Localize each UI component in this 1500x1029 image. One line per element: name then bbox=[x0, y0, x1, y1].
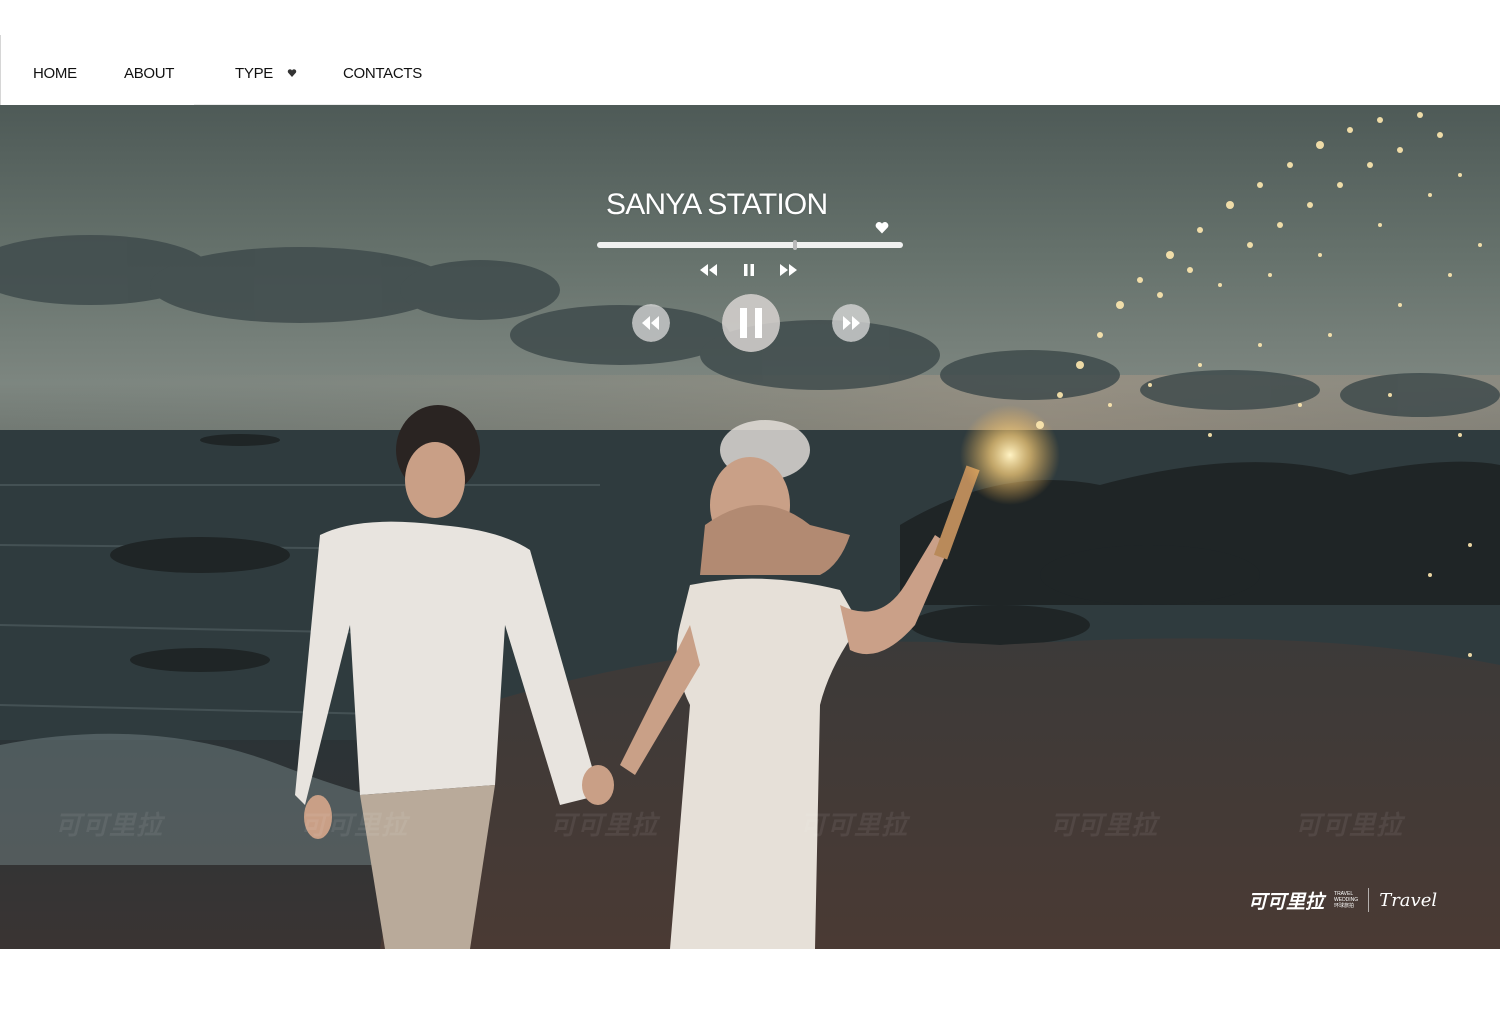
brand-name: 可可里拉 bbox=[1248, 890, 1325, 913]
track-title: SANYA STATION bbox=[606, 188, 828, 221]
top-navigation: HOME ABOUT TYPE CONTACTS bbox=[0, 35, 1500, 105]
pause-icon[interactable] bbox=[743, 263, 755, 277]
watermark-text: 可可里拉 bbox=[55, 811, 164, 841]
brand-divider bbox=[1368, 888, 1370, 912]
watermark-text: 可可里拉 bbox=[800, 811, 909, 841]
nav-type-link[interactable]: TYPE bbox=[235, 65, 273, 82]
watermark-text: 可可里拉 bbox=[300, 811, 409, 841]
rewind-icon[interactable] bbox=[697, 263, 719, 277]
pause-circle-icon[interactable] bbox=[722, 294, 780, 352]
progress-knob[interactable] bbox=[793, 240, 798, 250]
fast-forward-circle-icon[interactable] bbox=[832, 304, 870, 342]
nav-home-link[interactable]: HOME bbox=[33, 65, 77, 82]
watermark-text: 可可里拉 bbox=[1295, 811, 1404, 841]
brand-subtitle: TRAVEL WEDDING 环球旅拍 bbox=[1334, 891, 1359, 909]
brand-logo: 可可里拉 TRAVEL WEDDING 环球旅拍 Travel bbox=[1248, 885, 1437, 915]
watermark-text: 可可里拉 bbox=[550, 811, 659, 841]
rewind-circle-icon[interactable] bbox=[632, 304, 670, 342]
progress-bar[interactable] bbox=[597, 240, 903, 250]
brand-travel-mark: Travel bbox=[1379, 889, 1438, 911]
hero-photo: 可可里拉 可可里拉 可可里拉 可可里拉 可可里拉 可可里拉 SANYA STAT… bbox=[0, 105, 1500, 949]
beach-wedding-scene bbox=[0, 112, 1500, 949]
heart-icon[interactable] bbox=[875, 221, 889, 234]
heart-caret-icon[interactable] bbox=[287, 68, 297, 78]
watermark-text: 可可里拉 bbox=[1050, 811, 1159, 841]
fast-forward-icon[interactable] bbox=[778, 263, 800, 277]
nav-about-link[interactable]: ABOUT bbox=[124, 65, 174, 82]
nav-contacts-link[interactable]: CONTACTS bbox=[343, 65, 422, 82]
